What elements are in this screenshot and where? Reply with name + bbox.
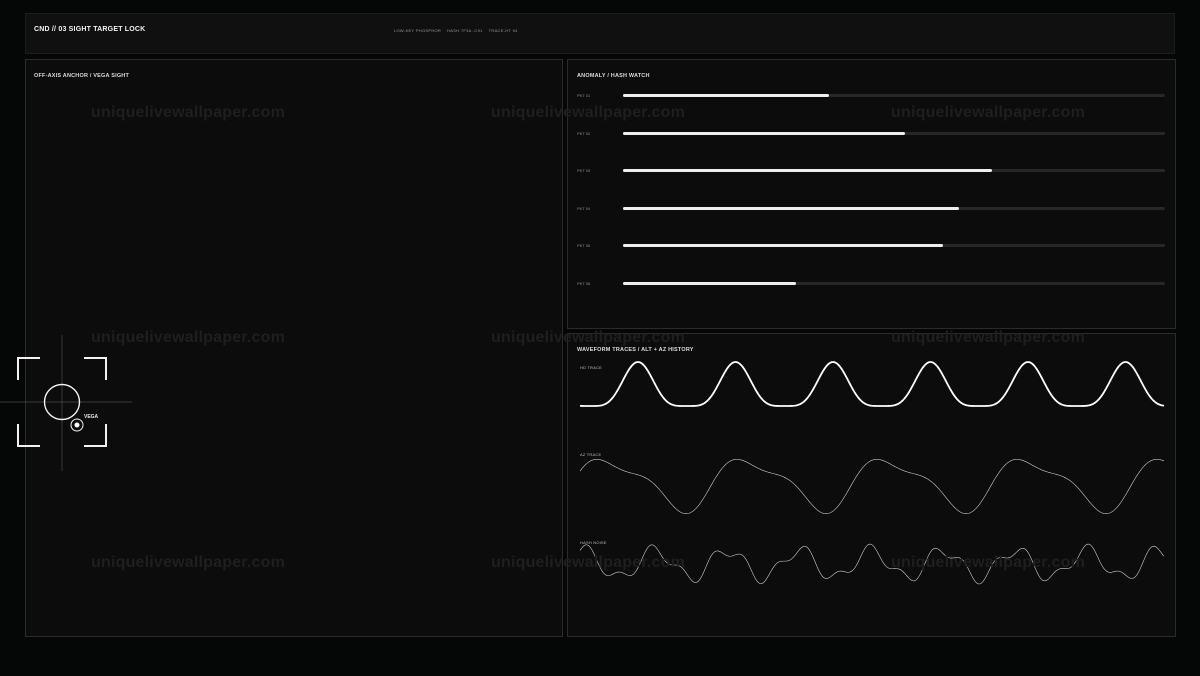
pkt-label: PKT 01 xyxy=(577,93,591,98)
pkt-label: PKT 05 xyxy=(577,243,591,248)
header-bar: CND // 03 SIGHT TARGET LOCK LOW-KEY PHOS… xyxy=(25,13,1175,54)
hd-trace-line xyxy=(579,361,1165,407)
vega-sight-title: OFF-AXIS ANCHOR / VEGA SIGHT xyxy=(34,73,130,79)
reticle-corner xyxy=(84,357,107,380)
anomaly-panel: ANOMALY / HASH WATCH PKT 01 PKT 02 PKT 0… xyxy=(567,59,1176,329)
pkt-track xyxy=(623,132,1165,135)
pkt-fill xyxy=(623,132,905,135)
reticle-corner xyxy=(17,424,40,447)
pkt-row: PKT 02 xyxy=(577,131,1165,141)
pkt-row: PKT 06 xyxy=(577,281,1165,291)
pkt-label: PKT 02 xyxy=(577,131,591,136)
target-label: VEGA xyxy=(84,414,99,420)
pkt-row: PKT 03 xyxy=(577,168,1165,178)
waveform-panel: WAVEFORM TRACES / ALT + AZ HISTORY HD TR… xyxy=(567,333,1176,637)
pkt-track xyxy=(623,169,1165,172)
pkt-fill xyxy=(623,169,992,172)
target-dot-icon xyxy=(74,422,80,428)
status-item: HASH 7F3A..C91 xyxy=(447,28,483,33)
pkt-fill xyxy=(623,94,829,97)
status-line: LOW-KEY PHOSPHOR HASH 7F3A..C91 TRACE-HT… xyxy=(394,28,518,33)
pkt-label: PKT 03 xyxy=(577,168,591,173)
az-trace-line xyxy=(579,459,1165,515)
pkt-track xyxy=(623,94,1165,97)
pkt-label: PKT 06 xyxy=(577,281,591,286)
status-item: LOW-KEY PHOSPHOR xyxy=(394,28,442,33)
target-reticle[interactable] xyxy=(0,333,140,473)
pkt-track xyxy=(623,244,1165,247)
pkt-fill xyxy=(623,282,797,285)
status-item: TRACE-HT 94 xyxy=(488,28,518,33)
pkt-row: PKT 04 xyxy=(577,206,1165,216)
pkt-fill xyxy=(623,207,960,210)
anomaly-title: ANOMALY / HASH WATCH xyxy=(577,73,650,79)
pkt-label: PKT 04 xyxy=(577,206,591,211)
pkt-row: PKT 01 xyxy=(577,93,1165,103)
pkt-fill xyxy=(623,244,943,247)
waveform-traces xyxy=(579,361,1165,585)
pkt-track xyxy=(623,207,1165,210)
page-title: CND // 03 SIGHT TARGET LOCK xyxy=(34,26,146,33)
pkt-track xyxy=(623,282,1165,285)
reticle-corner xyxy=(17,357,40,380)
reticle-corner xyxy=(84,424,107,447)
hash-noise-line xyxy=(579,543,1165,585)
pkt-row: PKT 05 xyxy=(577,243,1165,253)
